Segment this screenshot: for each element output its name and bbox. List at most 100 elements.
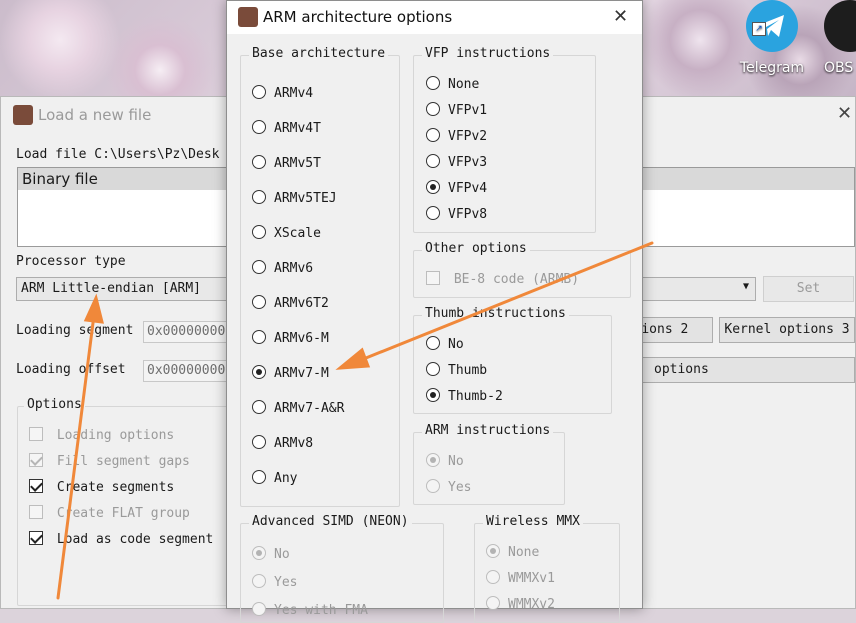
arm-dialog-titlebar[interactable]: ARM architecture options ✕ <box>227 1 642 34</box>
radio-circle-icon <box>426 102 440 116</box>
radio-circle-icon <box>252 225 266 239</box>
base-arch-option-label: ARMv8 <box>274 436 314 451</box>
simd-radio-yes[interactable]: Yes <box>252 574 297 590</box>
other-options-label: Other options <box>422 241 530 256</box>
base-arch-radio-armv5t[interactable]: ARMv5T <box>252 155 321 171</box>
radio-circle-icon <box>252 546 266 560</box>
base-arch-radio-armv5tej[interactable]: ARMv5TEJ <box>252 190 337 206</box>
mmx-radio-wmmxv1[interactable]: WMMXv1 <box>486 570 555 586</box>
base-arch-radio-armv7-m[interactable]: ARMv7-M <box>252 365 329 381</box>
radio-circle-icon <box>486 570 500 584</box>
shortcut-arrow-icon: ↗ <box>752 22 766 36</box>
simd-label: Advanced SIMD (NEON) <box>249 514 412 529</box>
be8-code-checkbox[interactable]: BE-8 code (ARMB) <box>426 271 579 287</box>
checkbox-icon <box>29 453 43 467</box>
vfp-radio-vfpv1[interactable]: VFPv1 <box>426 102 487 118</box>
base-arch-radio-armv8[interactable]: ARMv8 <box>252 435 313 451</box>
base-arch-option-label: XScale <box>274 226 321 241</box>
checkbox-icon <box>29 505 43 519</box>
arm-dialog-title: ARM architecture options <box>263 8 453 26</box>
radio-circle-icon <box>426 128 440 142</box>
base-arch-radio-armv7-a-r[interactable]: ARMv7-A&R <box>252 400 344 416</box>
processor-type-label: Processor type <box>16 254 126 269</box>
app-logo-icon <box>238 7 258 27</box>
create-segments-checkbox[interactable]: Create segments <box>29 479 174 495</box>
vfp-radio-vfpv3[interactable]: VFPv3 <box>426 154 487 170</box>
kernel-options-3-button[interactable]: Kernel options 3 <box>719 317 855 343</box>
simd-option-label: Yes <box>274 575 298 590</box>
base-arch-radio-armv6t2[interactable]: ARMv6T2 <box>252 295 329 311</box>
set-button[interactable]: Set <box>763 276 854 302</box>
thumb-radio-thumb-2[interactable]: Thumb-2 <box>426 388 503 404</box>
close-icon[interactable]: ✕ <box>613 6 628 27</box>
mmx-option-label: WMMXv2 <box>508 597 555 612</box>
radio-circle-icon <box>252 85 266 99</box>
radio-circle-icon <box>486 544 500 558</box>
mmx-radio-wmmxv2[interactable]: WMMXv2 <box>486 596 555 612</box>
arm-instr-radio-yes[interactable]: Yes <box>426 479 471 495</box>
base-arch-option-label: ARMv4T <box>274 121 321 136</box>
vfp-radio-vfpv8[interactable]: VFPv8 <box>426 206 487 222</box>
simd-option-label: Yes with FMA <box>274 603 368 618</box>
loading-segment-label: Loading segment <box>16 323 134 338</box>
base-arch-option-label: ARMv6-M <box>274 331 329 346</box>
vfp-option-label: VFPv4 <box>448 181 488 196</box>
base-arch-option-label: ARMv6T2 <box>274 296 329 311</box>
options-group-label: Options <box>24 397 85 412</box>
base-arch-option-label: ARMv5TEJ <box>274 191 337 206</box>
loading-options-checkbox[interactable]: Loading options <box>29 427 174 443</box>
base-arch-radio-xscale[interactable]: XScale <box>252 225 321 241</box>
base-arch-option-label: ARMv4 <box>274 86 314 101</box>
radio-circle-icon <box>426 154 440 168</box>
radio-circle-icon <box>252 602 266 616</box>
checkbox-icon <box>426 271 440 285</box>
radio-circle-icon <box>426 336 440 350</box>
mmx-radio-none[interactable]: None <box>486 544 539 560</box>
vfp-radio-vfpv4[interactable]: VFPv4 <box>426 180 487 196</box>
wireless-mmx-label: Wireless MMX <box>483 514 583 529</box>
base-arch-radio-armv4t[interactable]: ARMv4T <box>252 120 321 136</box>
obs-label: OBS <box>824 60 854 76</box>
obs-desktop-icon[interactable]: OBS <box>818 0 856 76</box>
thumb-option-label: Thumb-2 <box>448 389 503 404</box>
telegram-icon: ↗ <box>746 0 798 52</box>
radio-circle-icon <box>252 365 266 379</box>
vfp-radio-none[interactable]: None <box>426 76 479 92</box>
base-arch-radio-armv6[interactable]: ARMv6 <box>252 260 313 276</box>
vfp-label: VFP instructions <box>422 46 554 61</box>
create-flat-group-label: Create FLAT group <box>56 506 190 521</box>
thumb-radio-thumb[interactable]: Thumb <box>426 362 487 378</box>
load-as-code-segment-checkbox[interactable]: Load as code segment <box>29 531 213 547</box>
base-arch-option-label: Any <box>274 471 298 486</box>
fill-segment-gaps-label: Fill segment gaps <box>56 454 190 469</box>
telegram-desktop-icon[interactable]: ↗ Telegram <box>737 0 807 76</box>
vfp-radio-vfpv2[interactable]: VFPv2 <box>426 128 487 144</box>
vfp-option-label: VFPv3 <box>448 155 488 170</box>
base-arch-option-label: ARMv5T <box>274 156 321 171</box>
radio-circle-icon <box>486 596 500 610</box>
vfp-option-label: VFPv1 <box>448 103 488 118</box>
base-arch-option-label: ARMv7-M <box>274 366 329 381</box>
app-logo-icon <box>13 105 33 125</box>
arm-instr-option-label: Yes <box>448 480 472 495</box>
radio-circle-icon <box>252 400 266 414</box>
base-arch-radio-armv4[interactable]: ARMv4 <box>252 85 313 101</box>
base-arch-radio-any[interactable]: Any <box>252 470 297 486</box>
close-icon[interactable]: ✕ <box>837 103 852 124</box>
arm-instr-radio-no[interactable]: No <box>426 453 464 469</box>
fill-segment-gaps-checkbox[interactable]: Fill segment gaps <box>29 453 190 469</box>
simd-radio-no[interactable]: No <box>252 546 290 562</box>
checkbox-icon <box>29 531 43 545</box>
base-arch-radio-armv6-m[interactable]: ARMv6-M <box>252 330 329 346</box>
radio-circle-icon <box>426 362 440 376</box>
radio-circle-icon <box>426 388 440 402</box>
chevron-down-icon: ▼ <box>742 281 749 292</box>
radio-circle-icon <box>426 76 440 90</box>
base-arch-option-label: ARMv7-A&R <box>274 401 345 416</box>
arm-instructions-label: ARM instructions <box>422 423 554 438</box>
create-flat-group-checkbox[interactable]: Create FLAT group <box>29 505 190 521</box>
radio-circle-icon <box>252 435 266 449</box>
simd-radio-yes-with-fma[interactable]: Yes with FMA <box>252 602 368 618</box>
thumb-radio-no[interactable]: No <box>426 336 464 352</box>
thumb-label: Thumb instructions <box>422 306 569 321</box>
